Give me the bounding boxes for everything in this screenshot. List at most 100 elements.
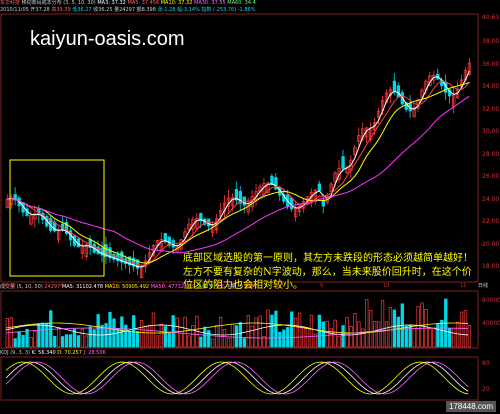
kdj-j-line	[5, 361, 469, 395]
kdj-params: (9, 3, 3)	[10, 350, 31, 356]
time-tick: 9	[320, 283, 324, 289]
volume-bar	[266, 309, 270, 348]
volume-bar	[41, 322, 45, 348]
time-tick: 7	[218, 283, 222, 289]
volume-bar	[171, 315, 175, 348]
price-tick: 30.00	[482, 128, 500, 135]
volume-bar	[207, 330, 211, 348]
time-tick: 4	[60, 283, 64, 289]
site-watermark: kaiyun-oasis.com	[30, 28, 185, 50]
bar-low: 低36.27	[72, 7, 92, 13]
kdj-k-line	[5, 361, 469, 395]
volume-bar	[211, 338, 215, 348]
volume-bar	[459, 311, 464, 348]
volume-bar	[84, 335, 88, 348]
volume-bar	[467, 325, 472, 348]
ma30-value: MA30: 37.55	[194, 0, 226, 6]
kdj-title: KDJ	[0, 350, 9, 356]
time-tick: 2010	[3, 283, 16, 289]
bar-date: 2010/11/05	[0, 7, 29, 13]
volume-bar	[282, 329, 286, 348]
volume-bar	[136, 330, 140, 348]
bar-close: 收36.25	[93, 7, 113, 13]
volume-bar	[305, 327, 310, 348]
volume-bar	[159, 323, 164, 348]
volume-bar	[290, 311, 294, 348]
time-tick: 10	[383, 283, 390, 289]
volume-bar	[361, 328, 365, 348]
volume-bar	[294, 317, 298, 348]
stock-name: 东华科技	[0, 0, 21, 6]
volume-bar	[432, 328, 436, 348]
price-tick: 28.00	[482, 150, 500, 158]
candle-body	[396, 85, 400, 98]
volume-bar	[373, 321, 377, 348]
volume-bar	[53, 335, 57, 348]
volume-bar	[49, 310, 53, 348]
volume-bar	[353, 313, 357, 348]
candle-body	[341, 156, 345, 169]
price-tick: 26.00	[482, 173, 500, 180]
volume-bar	[191, 325, 195, 348]
bar-change: 涨-1.28	[157, 7, 176, 13]
volume-bar	[45, 322, 49, 348]
bar-amount: 额8.398	[136, 7, 156, 13]
volume-bar	[147, 324, 152, 348]
volume-bar	[226, 337, 231, 348]
volume-bar	[179, 332, 183, 348]
volume-bar	[96, 314, 100, 348]
kdj-tick-80: 80	[482, 360, 490, 367]
volume-bar	[234, 325, 239, 348]
ma60-value: MA60: 34.4	[227, 0, 256, 6]
volume-ma5: MA5: 31102.478	[61, 284, 104, 290]
volume-bar	[278, 331, 282, 348]
time-tick: 6	[162, 283, 166, 289]
volume-bar	[163, 326, 167, 348]
volume-tick-40000: 40000	[482, 320, 500, 327]
price-tick: 18.00	[482, 263, 500, 270]
kdj-panel-header: KDJ (9, 3, 3) K: 56.340 D: 70.257 J: 28.…	[0, 350, 106, 356]
volume-bar	[337, 335, 341, 348]
volume-bar	[436, 323, 440, 348]
bar-high: 高39.39	[51, 7, 71, 13]
volume-tick-80000: 80000	[482, 297, 500, 304]
price-tick: 22.00	[482, 218, 500, 225]
period-label: 日线	[478, 283, 489, 289]
volume-bar	[21, 334, 25, 348]
volume-bar	[440, 319, 444, 348]
bar-open: 开37.28	[30, 7, 50, 13]
volume-bar	[64, 334, 69, 348]
volume-bar	[132, 315, 136, 348]
volume-bar	[155, 335, 160, 348]
candle-body	[392, 80, 397, 92]
volume-value: 24297	[44, 284, 61, 290]
volume-bar	[151, 312, 156, 348]
price-tick: 38.00	[482, 38, 500, 45]
candle-body	[317, 183, 321, 191]
volume-bar	[448, 328, 452, 348]
volume-bar	[376, 321, 381, 348]
volume-bar	[384, 321, 389, 348]
volume-bar	[345, 317, 349, 348]
volume-bar	[254, 317, 258, 348]
volume-bar	[139, 320, 144, 348]
ma3-value: MA3: 37.32	[97, 0, 126, 6]
volume-bar	[242, 338, 246, 348]
volume-bar	[183, 316, 187, 348]
kdj-d-line	[5, 361, 469, 395]
volume-bar	[369, 309, 373, 348]
bar-amplitude: 幅-3.14%	[177, 7, 200, 13]
price-tick: 34.00	[482, 83, 500, 90]
volume-bar	[76, 335, 81, 348]
volume-bar	[250, 325, 254, 348]
volume-bar	[25, 328, 29, 348]
price-panel-frame	[0, 13, 479, 283]
high-price-label: 40.63	[482, 14, 500, 21]
volume-bar	[187, 335, 191, 348]
volume-bar	[222, 329, 227, 348]
volume-bar	[80, 328, 85, 348]
volume-bar	[128, 331, 132, 348]
chart-mode: 移动筹码成本分布	[21, 0, 62, 6]
time-tick: 11	[460, 283, 467, 289]
header-line-1: 东华科技 移动筹码成本分布 (3, 5, 10, 30) MA3: 37.32 …	[0, 0, 256, 6]
